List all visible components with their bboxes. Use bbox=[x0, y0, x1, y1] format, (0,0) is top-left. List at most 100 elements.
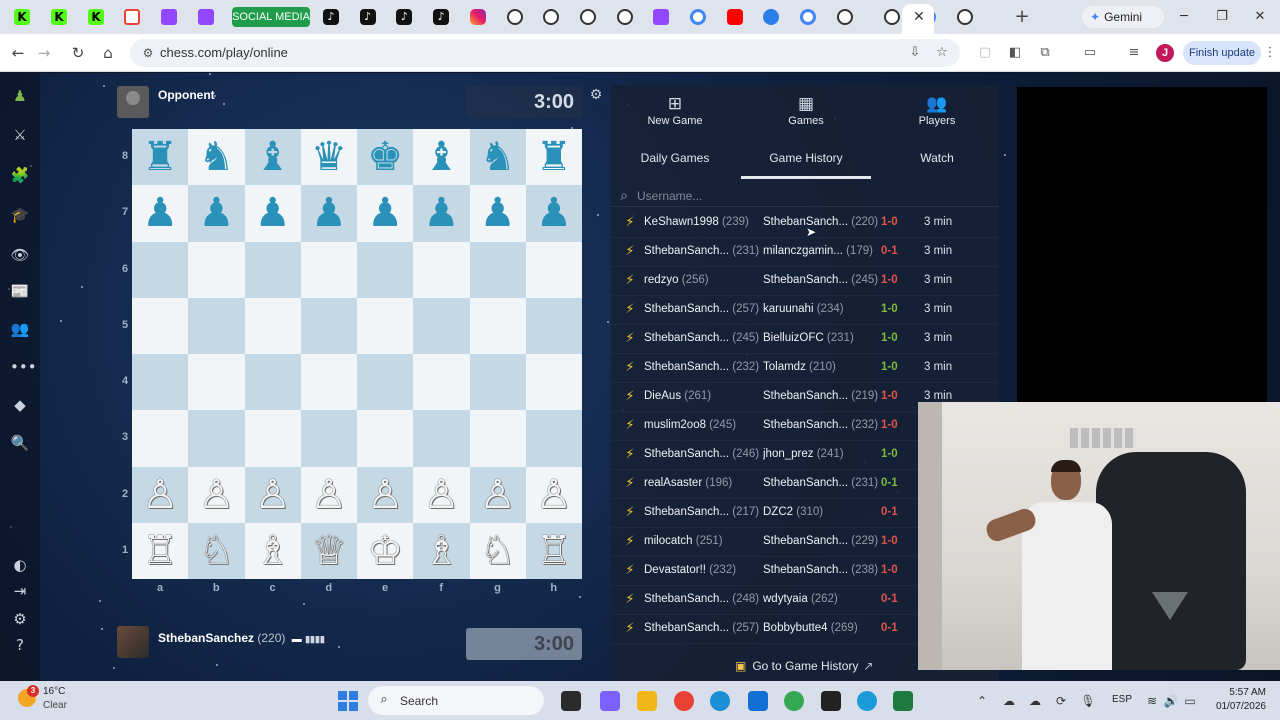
extension-icon[interactable]: ▢ bbox=[976, 44, 994, 62]
black-piece-g8[interactable]: ♞ bbox=[470, 129, 526, 185]
white-piece-c2[interactable]: ♙ bbox=[245, 467, 301, 523]
square-a4[interactable] bbox=[132, 354, 189, 411]
player-name-row[interactable]: SthebanSanchez (220) ▬ ▮▮▮▮ bbox=[158, 631, 325, 645]
black-player[interactable]: DZC2 (310) bbox=[763, 506, 881, 518]
profile-avatar[interactable]: J bbox=[1156, 44, 1174, 62]
white-piece-b1[interactable]: ♘ bbox=[188, 523, 244, 579]
microphone-icon[interactable]: 🎙 bbox=[1080, 693, 1096, 709]
square-b5[interactable] bbox=[188, 297, 245, 354]
square-d3[interactable] bbox=[300, 410, 357, 467]
black-piece-d8[interactable]: ♛ bbox=[301, 129, 357, 185]
close-tab-icon[interactable]: ✕ bbox=[912, 9, 926, 25]
volume-icon[interactable]: 🔊 bbox=[1163, 693, 1179, 709]
black-player[interactable]: wdytyaia (262) bbox=[763, 593, 881, 605]
square-g3[interactable] bbox=[469, 410, 526, 467]
white-piece-c1[interactable]: ♗ bbox=[245, 523, 301, 579]
more-icon[interactable]: ••• bbox=[10, 357, 37, 377]
chrome-icon[interactable] bbox=[800, 9, 817, 25]
weather-temperature[interactable]: 16°C bbox=[43, 686, 65, 697]
minimize-icon[interactable]: ─ bbox=[1174, 8, 1194, 26]
omnibox[interactable]: ⚙ chess.com/play/online bbox=[130, 39, 960, 67]
watch-icon[interactable]: 👁 bbox=[10, 245, 30, 265]
kick-icon[interactable]: K bbox=[51, 9, 67, 25]
chrome-icon[interactable] bbox=[784, 691, 804, 711]
file-explorer-icon[interactable] bbox=[561, 691, 581, 711]
threads-icon[interactable] bbox=[543, 9, 560, 25]
play-icon[interactable]: ⚔ bbox=[10, 125, 30, 145]
go-to-game-history-link[interactable]: ▣ Go to Game History ↗ bbox=[735, 659, 873, 677]
black-piece-h8[interactable]: ♜ bbox=[526, 129, 582, 185]
square-g6[interactable] bbox=[469, 241, 526, 298]
collapse-icon[interactable]: ⇥ bbox=[10, 581, 30, 601]
subtab-daily-games[interactable]: Daily Games bbox=[625, 151, 725, 171]
square-c4[interactable] bbox=[244, 354, 301, 411]
extension-icon[interactable]: ◧ bbox=[1006, 44, 1024, 62]
black-player[interactable]: milanczgamin... (179) bbox=[763, 245, 881, 257]
square-a5[interactable] bbox=[132, 297, 189, 354]
white-piece-f2[interactable]: ♙ bbox=[413, 467, 469, 523]
white-piece-g1[interactable]: ♘ bbox=[470, 523, 526, 579]
white-player[interactable]: Devastator!! (232) bbox=[644, 564, 764, 576]
black-player[interactable]: SthebanSanch... (229) bbox=[763, 535, 881, 547]
white-player[interactable]: SthebanSanch... (248) bbox=[644, 593, 764, 605]
white-piece-a1[interactable]: ♖ bbox=[132, 523, 188, 579]
square-d6[interactable] bbox=[300, 241, 357, 298]
square-e5[interactable] bbox=[357, 297, 414, 354]
black-player[interactable]: SthebanSanch... (245) bbox=[763, 274, 881, 286]
black-piece-e8[interactable]: ♚ bbox=[357, 129, 413, 185]
black-piece-a7[interactable]: ♟ bbox=[132, 185, 188, 241]
black-piece-g7[interactable]: ♟ bbox=[470, 185, 526, 241]
weather-condition[interactable]: Clear bbox=[43, 700, 67, 711]
browser-menu-icon[interactable]: ⋮ bbox=[1261, 44, 1279, 62]
white-piece-h2[interactable]: ♙ bbox=[526, 467, 582, 523]
white-piece-d1[interactable]: ♕ bbox=[301, 523, 357, 579]
tiktok-icon[interactable]: ♪ bbox=[396, 9, 413, 25]
cloud-sync-icon[interactable]: ☁ bbox=[1027, 693, 1043, 709]
square-b6[interactable] bbox=[188, 241, 245, 298]
white-player[interactable]: SthebanSanch... (257) bbox=[644, 622, 764, 634]
diamond-icon[interactable]: ◆ bbox=[10, 395, 30, 415]
restore-icon[interactable]: ❐ bbox=[1212, 8, 1232, 26]
black-piece-f7[interactable]: ♟ bbox=[413, 185, 469, 241]
url-text[interactable]: chess.com/play/online bbox=[160, 45, 288, 60]
bookmark-star-icon[interactable]: ☆ bbox=[933, 44, 951, 62]
game-row[interactable]: ⚡ SthebanSanch... (257) karuunahi (234) 1-0… bbox=[611, 296, 999, 325]
game-row[interactable]: ⚡ SthebanSanch... (231) milanczgamin... (1… bbox=[611, 238, 999, 267]
black-player[interactable]: Tolamdz (210) bbox=[763, 361, 881, 373]
finish-update-button[interactable]: Finish update bbox=[1183, 41, 1261, 65]
folder-icon[interactable] bbox=[637, 691, 657, 711]
square-a3[interactable] bbox=[132, 410, 189, 467]
kick-icon[interactable]: K bbox=[14, 9, 30, 25]
subtab-game-history[interactable]: Game History bbox=[756, 151, 856, 171]
edge-icon[interactable] bbox=[710, 691, 730, 711]
black-player[interactable]: SthebanSanch... (231) bbox=[763, 477, 881, 489]
tiktok-icon[interactable]: ♪ bbox=[323, 9, 339, 25]
black-piece-h7[interactable]: ♟ bbox=[526, 185, 582, 241]
media-controls-icon[interactable]: ≡ bbox=[1125, 44, 1143, 62]
kick-icon[interactable]: K bbox=[88, 9, 104, 25]
square-g5[interactable] bbox=[469, 297, 526, 354]
square-h4[interactable] bbox=[525, 354, 582, 411]
white-player[interactable]: SthebanSanch... (246) bbox=[644, 448, 764, 460]
search-icon[interactable]: 🔍 bbox=[10, 433, 30, 453]
roblox-icon[interactable] bbox=[821, 691, 841, 711]
white-player[interactable]: SthebanSanch... (232) bbox=[644, 361, 764, 373]
back-icon[interactable]: ← bbox=[8, 43, 28, 63]
extensions-puzzle-icon[interactable]: ⧉ bbox=[1036, 44, 1054, 62]
threads-icon[interactable] bbox=[506, 9, 523, 25]
chess-board[interactable]: ♜ ♞ ♝ ♛ ♚ ♝ ♞ ♜ ♟ ♟ ♟ ♟ ♟ ♟ ♟ ♟ ♙ ♙ ♙ ♙ ♙ ♙ ♙ ♙ ♖ ♘ ♗ ♕ ♔ ♗ ♘ ♖ bbox=[132, 129, 582, 579]
black-piece-f8[interactable]: ♝ bbox=[413, 129, 469, 185]
username-search-input[interactable] bbox=[637, 187, 877, 205]
google-icon[interactable] bbox=[690, 9, 706, 25]
tab-group-social-media[interactable]: SOCIAL MEDIA bbox=[232, 7, 310, 27]
taskbar-search[interactable]: ⌕ Search bbox=[368, 686, 544, 715]
wifi-icon[interactable]: ≋ bbox=[1144, 693, 1160, 709]
square-e6[interactable] bbox=[357, 241, 414, 298]
white-player[interactable]: redzyo (256) bbox=[644, 274, 764, 286]
square-b4[interactable] bbox=[188, 354, 245, 411]
battery-icon[interactable]: ▭ bbox=[1182, 693, 1198, 709]
twitch-icon[interactable] bbox=[198, 9, 214, 25]
black-player[interactable]: Bobbybutte4 (269) bbox=[763, 622, 881, 634]
pawn-logo-icon[interactable]: ♟ bbox=[10, 86, 30, 106]
white-piece-g2[interactable]: ♙ bbox=[470, 467, 526, 523]
